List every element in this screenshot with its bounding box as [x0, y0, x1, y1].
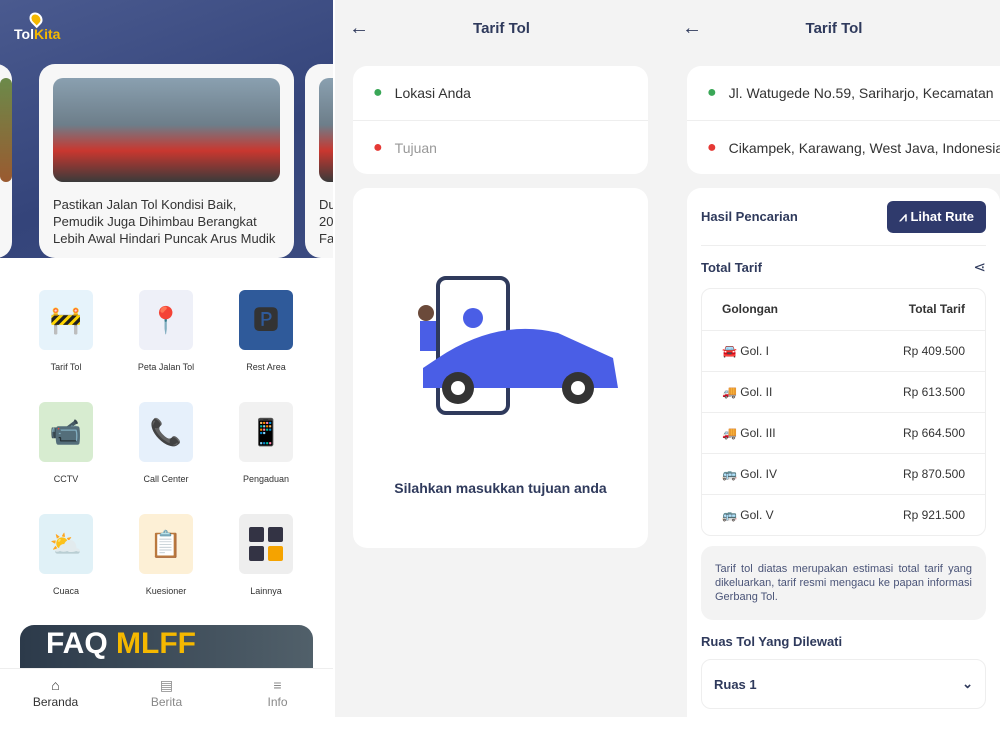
nav-beranda[interactable]: ⌂ Beranda [0, 669, 111, 717]
nav-berita[interactable]: ▤ Berita [111, 669, 222, 717]
destination-field[interactable]: ● Cikampek, Karawang, West Java, Indonesi… [687, 120, 1000, 174]
table-row: 🚌 Gol. V Rp 921.500 [702, 493, 985, 535]
table-row: 🚘 Gol. I Rp 409.500 [702, 329, 985, 371]
menu-tarif-tol[interactable]: 🚧 Tarif Tol [16, 290, 116, 402]
location-card: ● Jl. Watugede No.59, Sariharjo, Kecamata… [687, 66, 1000, 174]
tarif-result-screen: ← Tarif Tol ● Jl. Watugede No.59, Sariharj… [668, 0, 1000, 717]
news-image [53, 78, 280, 182]
pin-green-icon: ● [373, 84, 383, 101]
weather-icon: ⛅ [39, 514, 93, 574]
menu-lainnya[interactable]: Lainnya [216, 514, 316, 626]
complaint-icon: 📱 [239, 402, 293, 462]
menu-kuesioner[interactable]: 📋 Kuesioner [116, 514, 216, 626]
chevron-down-icon: ⌄ [962, 676, 973, 691]
truck-icon: 🚚 [722, 384, 737, 399]
pin-green-icon: ● [707, 84, 717, 101]
news-title: Pastikan Jalan Tol Kondisi Baik, Pemudik… [53, 197, 276, 246]
route-icon: ⩘ [899, 208, 907, 224]
bottom-nav: ⌂ Beranda ▤ Berita ≡ Info [0, 668, 333, 717]
menu-grid: 🚧 Tarif Tol 📍 Peta Jalan Tol 🅿 Rest Area 📹 C… [16, 290, 316, 626]
table-row: 🚚 Gol. II Rp 613.500 [702, 370, 985, 412]
news-icon: ▤ [159, 677, 174, 693]
ruas-dropdown[interactable]: Ruas 1 ⌄ [701, 659, 986, 709]
pin-red-icon: ● [373, 138, 383, 156]
map-icon: 📍 [139, 290, 193, 350]
call-center-icon: 📞 [139, 402, 193, 462]
news-card[interactable]: Pastikan Jalan Tol Kondisi Baik, Pemudik… [39, 64, 294, 258]
origin-field[interactable]: ● Jl. Watugede No.59, Sariharjo, Kecamata… [687, 66, 1000, 120]
truck-icon: 🚚 [722, 425, 737, 440]
car-icon: 🚘 [722, 343, 737, 358]
share-icon[interactable]: ⋖ [973, 258, 986, 276]
menu-cuaca[interactable]: ⛅ Cuaca [16, 514, 116, 626]
menu-call-center[interactable]: 📞 Call Center [116, 402, 216, 514]
cctv-icon: 📹 [39, 402, 93, 462]
nav-info[interactable]: ≡ Info [222, 669, 333, 717]
segments-label: Ruas Tol Yang Dilewati [701, 634, 843, 649]
tariff-table: Golongan Total Tarif 🚘 Gol. I Rp 409.500 🚚… [701, 288, 986, 536]
destination-field[interactable]: ● Tujuan [353, 120, 648, 174]
car-illustration [418, 276, 618, 415]
tarif-empty-screen: ← Tarif Tol ● Lokasi Anda ● Tujuan Silahkan… [335, 0, 668, 717]
results-label: Hasil Pencarian [701, 209, 798, 224]
toll-gate-icon: 🚧 [39, 290, 93, 350]
bus-icon: 🚌 [722, 466, 737, 481]
pin-red-icon: ● [707, 138, 717, 156]
back-arrow-icon[interactable]: ← [682, 17, 702, 40]
tolkita-logo: TolKita [14, 9, 60, 42]
news-card[interactable] [0, 64, 12, 258]
bus-icon: 🚌 [722, 507, 737, 522]
more-icon [239, 514, 293, 574]
menu-cctv[interactable]: 📹 CCTV [16, 402, 116, 514]
table-row: 🚌 Gol. IV Rp 870.500 [702, 452, 985, 494]
tariff-note: Tarif tol diatas merupakan estimasi tota… [701, 546, 986, 620]
rest-area-icon: 🅿 [239, 290, 293, 350]
location-card: ● Lokasi Anda ● Tujuan [353, 66, 648, 174]
menu-pengaduan[interactable]: 📱 Pengaduan [216, 402, 316, 514]
menu-peta-jalan-tol[interactable]: 📍 Peta Jalan Tol [116, 290, 216, 402]
empty-state-card: Silahkan masukkan tujuan anda [353, 188, 648, 548]
questionnaire-icon: 📋 [139, 514, 193, 574]
menu-icon: ≡ [273, 677, 282, 693]
result-card: Hasil Pencarian ⩘ Lihat Rute Total Tarif… [687, 188, 1000, 717]
lihat-rute-button[interactable]: ⩘ Lihat Rute [887, 200, 986, 233]
total-tarif-label: Total Tarif [701, 259, 762, 275]
news-card[interactable]: Du 20 Fa [305, 64, 333, 258]
menu-rest-area[interactable]: 🅿 Rest Area [216, 290, 316, 402]
page-title: Tarif Tol [473, 19, 530, 37]
page-title: Tarif Tol [805, 19, 863, 37]
empty-message: Silahkan masukkan tujuan anda [394, 480, 607, 496]
origin-field[interactable]: ● Lokasi Anda [353, 66, 648, 120]
back-arrow-icon[interactable]: ← [349, 17, 369, 40]
table-row: 🚚 Gol. III Rp 664.500 [702, 411, 985, 453]
home-screen: TolKita Pastikan Jalan Tol Kondisi Baik,… [0, 0, 333, 717]
home-icon: ⌂ [51, 677, 60, 693]
